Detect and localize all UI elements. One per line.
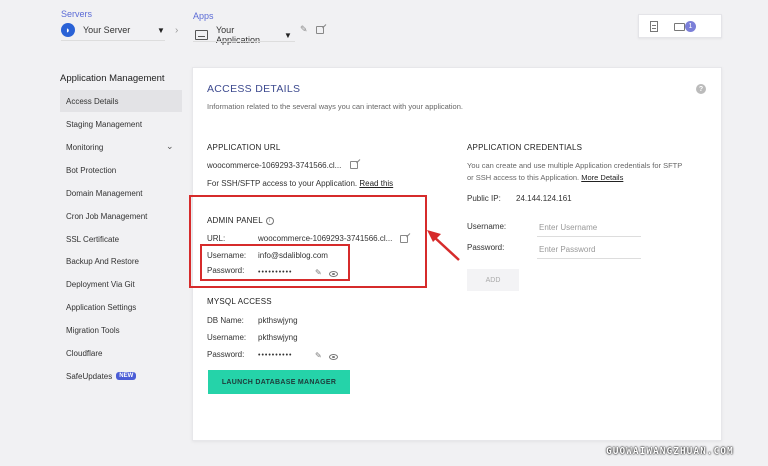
edit-password-icon[interactable]: ✎ <box>315 351 322 360</box>
sidebar-item-label: Bot Protection <box>66 165 117 175</box>
credentials-desc-line2: or SSH access to this Application. More … <box>467 173 623 182</box>
db-username-label: Username: <box>207 333 247 342</box>
edit-icon[interactable]: ✎ <box>300 24 308 35</box>
more-details-link[interactable]: More Details <box>581 173 623 182</box>
sidebar-item-label: SSL Certificate <box>66 234 120 244</box>
breadcrumb-chevron-icon: › <box>175 25 179 36</box>
notification-badge: 1 <box>685 21 696 32</box>
chevron-down-icon: ▼ <box>157 25 165 35</box>
sidebar-item-label: Deployment Via Git <box>66 279 135 289</box>
sidebar-item-label: SafeUpdates <box>66 371 113 381</box>
sidebar-item-label: Access Details <box>66 96 119 106</box>
chevron-down-icon[interactable]: ⌄ <box>166 141 174 152</box>
credentials-desc-line2-text: or SSH access to this Application. <box>467 173 580 182</box>
top-bar: Servers ◗ Your Server ▼ › Apps Your Appl… <box>0 0 768 52</box>
sidebar-item-access-details[interactable]: Access Details <box>60 90 182 112</box>
sidebar-title: Application Management <box>60 73 165 84</box>
read-this-link[interactable]: Read this <box>359 179 393 188</box>
application-url-heading: APPLICATION URL <box>207 143 281 152</box>
page-title: ACCESS DETAILS <box>207 83 301 95</box>
chevron-down-icon: ▼ <box>284 30 292 40</box>
annotation-arrow-icon <box>427 230 460 261</box>
help-icon[interactable]: ? <box>696 84 706 94</box>
sidebar-item-application-settings[interactable]: Application Settings <box>60 296 182 318</box>
credentials-username-label: Username: <box>467 222 507 231</box>
credentials-desc-line1: You can create and use multiple Applicat… <box>467 161 683 170</box>
credentials-highlight <box>200 244 350 281</box>
document-icon[interactable] <box>650 21 658 32</box>
sidebar-item-label: Cloudflare <box>66 348 103 358</box>
username-input-underline <box>537 236 641 237</box>
sidebar-item-label: Application Settings <box>66 302 137 312</box>
app-selector[interactable]: Your Application ▼ <box>195 25 292 45</box>
credentials-password-label: Password: <box>467 243 505 252</box>
sidebar-item-safeupdates[interactable]: SafeUpdates NEW <box>60 365 182 387</box>
sidebar-item-domain-management[interactable]: Domain Management <box>60 182 182 204</box>
launch-database-manager-button[interactable]: LAUNCH DATABASE MANAGER <box>208 370 350 394</box>
db-password-label: Password: <box>207 350 245 359</box>
server-logo-icon: ◗ <box>61 23 75 37</box>
credentials-password-input[interactable]: Enter Password <box>539 245 595 254</box>
show-password-icon[interactable] <box>329 354 338 360</box>
sidebar-item-monitoring[interactable]: Monitoring <box>60 136 182 158</box>
server-selector[interactable]: ◗ Your Server ▼ <box>61 23 165 37</box>
server-name: Your Server <box>83 25 131 35</box>
external-link-icon[interactable] <box>316 26 324 34</box>
sidebar-item-label: Monitoring <box>66 142 104 152</box>
sidebar-item-migration-tools[interactable]: Migration Tools <box>60 319 182 341</box>
mysql-access-heading: MYSQL ACCESS <box>207 297 272 306</box>
app-selector-underline <box>193 41 295 42</box>
sidebar-item-deployment-via-git[interactable]: Deployment Via Git <box>60 273 182 295</box>
watermark: GUOWAIWANGZHUAN.COM <box>606 446 734 457</box>
sidebar-item-label: Domain Management <box>66 188 143 198</box>
sidebar-item-cloudflare[interactable]: Cloudflare <box>60 342 182 364</box>
sidebar-item-label: Backup And Restore <box>66 256 139 266</box>
db-password-value: •••••••••• <box>258 352 293 359</box>
app-icon <box>195 30 208 40</box>
sidebar-item-label: Staging Management <box>66 119 143 129</box>
sidebar-item-ssl-certificate[interactable]: SSL Certificate <box>60 228 182 250</box>
sidebar-item-cron-job-management[interactable]: Cron Job Management <box>60 205 182 227</box>
folder-icon[interactable] <box>674 23 685 31</box>
sidebar-item-staging-management[interactable]: Staging Management <box>60 113 182 135</box>
apps-label: Apps <box>193 11 214 21</box>
password-input-underline <box>537 258 641 259</box>
db-username-value[interactable]: pkthswjyng <box>258 333 298 342</box>
public-ip-label: Public IP: <box>467 194 501 203</box>
sidebar-item-bot-protection[interactable]: Bot Protection <box>60 159 182 181</box>
sidebar-item-label: Cron Job Management <box>66 211 148 221</box>
sidebar-item-backup-and-restore[interactable]: Backup And Restore <box>60 250 182 272</box>
ssh-note-text: For SSH/SFTP access to your Application. <box>207 179 358 188</box>
app-name: Your Application <box>216 25 261 45</box>
new-badge: NEW <box>116 372 137 380</box>
application-credentials-heading: APPLICATION CREDENTIALS <box>467 143 583 152</box>
application-url-value[interactable]: woocommerce-1069293-3741566.cl... <box>207 161 341 170</box>
db-name-value[interactable]: pkthswjyng <box>258 316 298 325</box>
page-subtitle: Information related to the several ways … <box>207 102 463 111</box>
ssh-note: For SSH/SFTP access to your Application.… <box>207 179 393 188</box>
public-ip-value: 24.144.124.161 <box>516 194 572 203</box>
add-credential-button[interactable]: ADD <box>467 269 519 291</box>
server-selector-underline <box>61 40 165 41</box>
external-link-icon[interactable] <box>350 161 358 169</box>
top-right-actions: 1 <box>638 14 722 38</box>
sidebar-item-label: Migration Tools <box>66 325 120 335</box>
servers-label: Servers <box>61 9 93 19</box>
db-name-label: DB Name: <box>207 316 244 325</box>
credentials-username-input[interactable]: Enter Username <box>539 223 597 232</box>
